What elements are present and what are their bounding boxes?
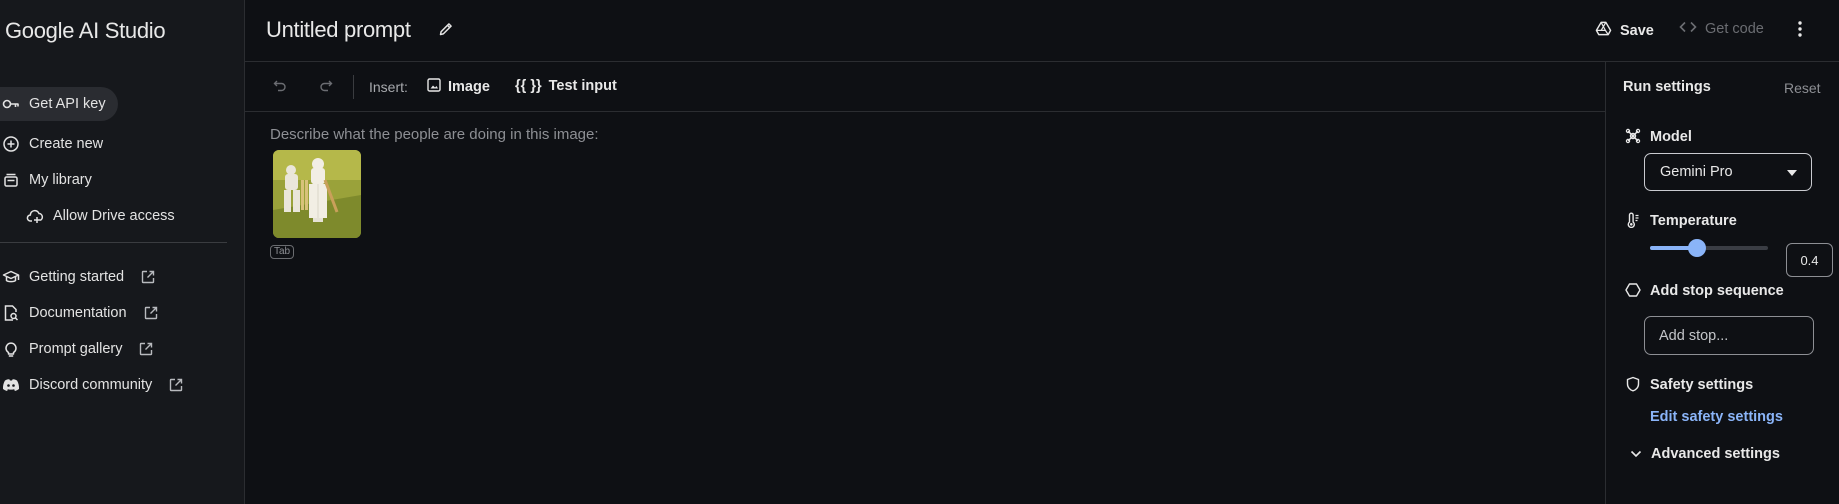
insert-image-button[interactable]: Image <box>427 78 490 96</box>
app-logo-title[interactable]: Google AI Studio <box>5 18 166 44</box>
sidebar-item-label: Get API key <box>29 96 106 112</box>
sidebar: Google AI Studio Get API key Create new … <box>0 0 245 504</box>
stop-sequence-input[interactable] <box>1644 316 1814 355</box>
stop-hexagon-icon <box>1625 282 1641 301</box>
run-settings-panel: Run settings Reset Model Gemini Pro Temp… <box>1605 62 1839 504</box>
sidebar-link-label: Prompt gallery <box>29 341 123 357</box>
editor-toolbar: Insert: Image {{ }} Test input <box>245 62 1605 112</box>
undo-icon <box>273 80 286 92</box>
top-bar: Untitled prompt Save Get code <box>245 0 1839 62</box>
undo-button[interactable] <box>272 77 288 96</box>
edit-safety-settings-link[interactable]: Edit safety settings <box>1650 409 1783 425</box>
advanced-settings-toggle[interactable]: Advanced settings <box>1630 446 1780 462</box>
drive-icon <box>1595 20 1612 41</box>
open-in-new-icon <box>143 305 159 321</box>
get-code-button[interactable]: Get code <box>1679 20 1764 38</box>
key-icon <box>2 95 20 113</box>
sidebar-link-documentation[interactable]: Documentation <box>0 296 159 330</box>
redo-button[interactable] <box>318 77 334 96</box>
save-label: Save <box>1620 22 1654 39</box>
stop-sequence-label: Add stop sequence <box>1650 283 1784 299</box>
sidebar-link-getting-started[interactable]: Getting started <box>0 260 156 294</box>
open-in-new-icon <box>140 269 156 285</box>
dropdown-arrow-icon <box>1787 164 1797 180</box>
sidebar-item-my-library[interactable]: My library <box>0 163 92 197</box>
run-settings-title: Run settings <box>1623 79 1711 95</box>
advanced-settings-label: Advanced settings <box>1651 446 1780 462</box>
prompt-text[interactable]: Describe what the people are doing in th… <box>270 126 599 143</box>
sidebar-link-prompt-gallery[interactable]: Prompt gallery <box>0 332 154 366</box>
safety-settings-label: Safety settings <box>1650 377 1754 393</box>
save-button[interactable]: Save <box>1595 20 1654 41</box>
more-vert-icon <box>1798 21 1802 37</box>
school-icon <box>2 268 20 286</box>
temperature-slider[interactable] <box>1650 239 1768 257</box>
model-icon <box>1625 128 1641 147</box>
sidebar-item-label: Create new <box>29 136 104 152</box>
braces-icon: {{ }} <box>515 78 542 94</box>
temperature-slider-thumb[interactable] <box>1688 239 1707 257</box>
insert-test-input-button[interactable]: {{ }} Test input <box>515 78 617 94</box>
doc-search-icon <box>2 304 20 322</box>
edit-title-button[interactable] <box>438 21 454 40</box>
model-select[interactable]: Gemini Pro <box>1644 153 1812 191</box>
pencil-icon <box>439 23 452 36</box>
add-circle-icon <box>2 135 20 153</box>
sidebar-item-label: My library <box>29 172 92 188</box>
open-in-new-icon <box>168 377 184 393</box>
sidebar-link-label: Getting started <box>29 269 125 285</box>
prompt-title[interactable]: Untitled prompt <box>266 17 411 43</box>
chevron-down-icon <box>1630 446 1642 462</box>
redo-icon <box>320 80 333 92</box>
sidebar-item-label: Allow Drive access <box>53 208 175 224</box>
toolbar-divider <box>353 75 354 99</box>
thermometer-icon <box>1625 212 1641 231</box>
sidebar-link-label: Documentation <box>29 305 127 321</box>
image-icon <box>427 78 441 96</box>
test-input-label: Test input <box>548 78 617 94</box>
image-label: Image <box>448 79 490 95</box>
reset-button[interactable]: Reset <box>1784 80 1821 96</box>
shield-icon <box>1625 376 1641 395</box>
open-in-new-icon <box>138 341 154 357</box>
discord-icon <box>2 376 20 394</box>
sidebar-item-get-api-key[interactable]: Get API key <box>0 87 118 121</box>
library-icon <box>2 171 20 189</box>
lightbulb-icon <box>2 340 20 358</box>
sidebar-item-create-new[interactable]: Create new <box>0 127 103 161</box>
sidebar-link-label: Discord community <box>29 377 153 393</box>
cricket-photo-image <box>273 150 361 238</box>
model-value: Gemini Pro <box>1660 164 1733 180</box>
model-label: Model <box>1650 129 1692 145</box>
code-icon <box>1679 20 1697 38</box>
drive-add-icon <box>26 207 44 225</box>
temperature-label: Temperature <box>1650 213 1737 229</box>
prompt-image-thumbnail[interactable] <box>273 150 361 238</box>
sidebar-item-allow-drive-access[interactable]: Allow Drive access <box>24 199 175 233</box>
temperature-input[interactable]: 0.4 <box>1786 243 1833 277</box>
tab-badge: Tab <box>270 245 295 259</box>
more-options-button[interactable] <box>1797 19 1803 42</box>
sidebar-link-discord-community[interactable]: Discord community <box>0 368 184 402</box>
sidebar-divider <box>0 242 227 243</box>
get-code-label: Get code <box>1705 21 1764 37</box>
insert-label: Insert: <box>369 79 408 95</box>
